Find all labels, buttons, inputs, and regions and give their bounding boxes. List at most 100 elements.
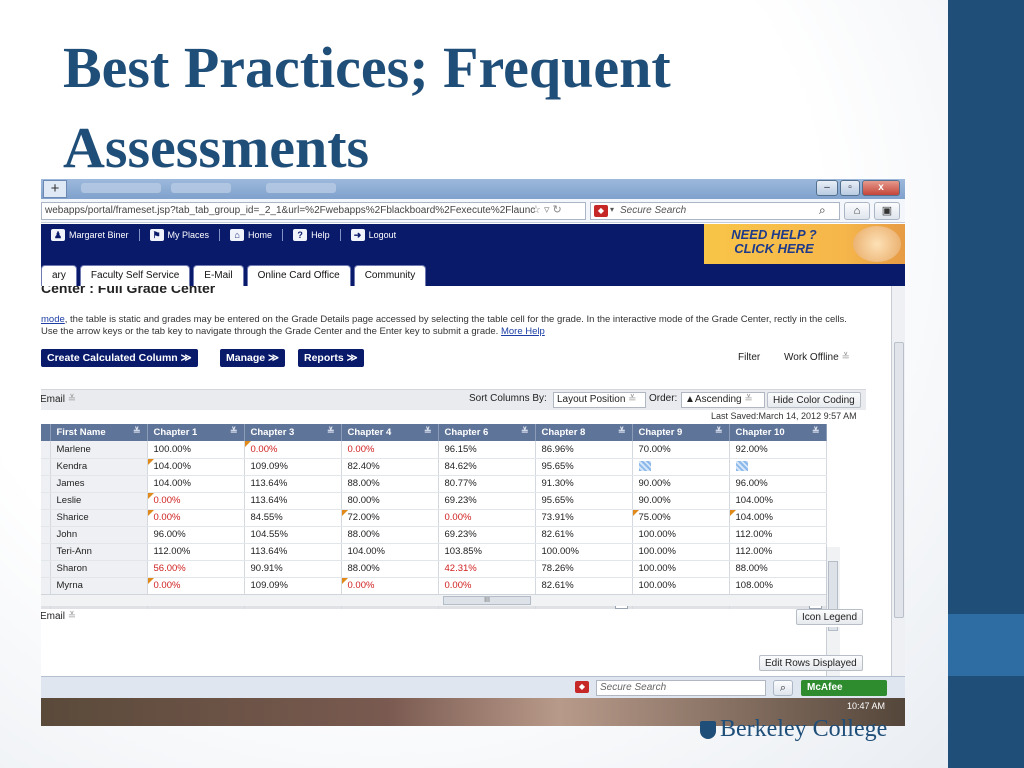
grade-cell[interactable]: 82.61% [535, 526, 633, 544]
row-select-cell[interactable] [41, 475, 51, 493]
grade-cell[interactable]: 92.00% [729, 441, 827, 459]
table-row[interactable]: John 96.00% 104.55% 88.00% 69.23% 82.61% 100.0… [41, 526, 841, 544]
grade-cell[interactable]: 84.62% [438, 458, 536, 476]
search-icon[interactable]: ⌕ [819, 203, 826, 218]
grade-cell[interactable]: 88.00% [341, 560, 439, 578]
need-help-banner[interactable]: NEED HELP ? CLICK HERE [704, 224, 905, 264]
grade-cell[interactable]: 88.00% [341, 526, 439, 544]
grade-cell[interactable]: 80.00% [341, 492, 439, 510]
grade-cell[interactable]: 100.00% [632, 577, 730, 595]
column-menu-icon[interactable]: ≚ [133, 426, 141, 437]
table-row[interactable]: Marlene 100.00% 0.00% 0.00% 96.15% 86.96% 70.0… [41, 441, 841, 459]
grade-cell[interactable]: 104.55% [244, 526, 342, 544]
reports-button[interactable]: Reports ≫ [298, 349, 364, 367]
grade-cell[interactable]: 104.00% [729, 509, 827, 527]
close-button[interactable]: x [862, 180, 900, 196]
select-column-header[interactable] [41, 424, 51, 441]
row-select-cell[interactable] [41, 509, 51, 527]
scroll-thumb[interactable] [894, 342, 904, 618]
logout-link[interactable]: ➜ Logout [350, 229, 396, 241]
grade-cell[interactable]: 0.00% [438, 509, 536, 527]
table-row[interactable]: Sharon 56.00% 90.91% 88.00% 42.31% 78.26% 100.… [41, 560, 841, 578]
grade-cell[interactable]: 56.00% [147, 560, 245, 578]
grade-cell[interactable]: 104.00% [147, 475, 245, 493]
grade-cell[interactable]: 0.00% [438, 577, 536, 595]
home-link[interactable]: ⌂ Home [230, 229, 272, 241]
table-row[interactable]: Kendra 104.00% 109.09% 82.40% 84.62% 95.65% [41, 458, 841, 476]
grade-cell[interactable]: 88.00% [729, 560, 827, 578]
table-row[interactable]: Myrna 0.00% 109.09% 0.00% 0.00% 82.61% 100.00%… [41, 577, 841, 595]
status-search-input[interactable]: Secure Search [596, 680, 766, 696]
student-name-cell[interactable]: Sharice [50, 509, 148, 527]
user-link[interactable]: ♟ Margaret Biner [51, 229, 129, 241]
new-tab-button[interactable]: + [43, 180, 67, 198]
grade-cell[interactable]: 72.00% [341, 509, 439, 527]
grade-cell[interactable]: 100.00% [632, 543, 730, 561]
email-button-bottom[interactable]: Email ≚ [41, 611, 76, 622]
my-places-link[interactable]: ⚑ My Places [149, 229, 209, 241]
grade-cell[interactable]: 69.23% [438, 492, 536, 510]
grade-cell[interactable]: 42.31% [438, 560, 536, 578]
tab-online-card-office[interactable]: Online Card Office [246, 265, 351, 286]
column-header[interactable]: Chapter 4 ≚ [341, 424, 439, 441]
scroll-thumb[interactable]: III [443, 596, 531, 605]
column-menu-icon[interactable]: ≚ [327, 426, 335, 437]
grade-cell[interactable]: 0.00% [341, 441, 439, 459]
work-offline-button[interactable]: Work Offline ≚ [779, 350, 855, 366]
grade-cell[interactable]: 112.00% [147, 543, 245, 561]
bookmark-star-icon[interactable]: ☆ [531, 204, 541, 216]
column-menu-icon[interactable]: ≚ [521, 426, 529, 437]
column-menu-icon[interactable]: ≚ [812, 426, 820, 437]
grade-cell[interactable]: 88.00% [341, 475, 439, 493]
column-menu-icon[interactable]: ≚ [618, 426, 626, 437]
grade-cell[interactable]: 95.65% [535, 458, 633, 476]
grade-cell[interactable]: 0.00% [341, 577, 439, 595]
dropdown-icon[interactable]: ▿ [544, 204, 550, 216]
grade-cell[interactable]: 104.00% [729, 492, 827, 510]
page-vertical-scrollbar[interactable] [891, 286, 905, 676]
tab-community[interactable]: Community [353, 265, 427, 286]
column-header[interactable]: Chapter 9 ≚ [632, 424, 730, 441]
grade-cell[interactable]: 80.77% [438, 475, 536, 493]
column-header[interactable]: Chapter 8 ≚ [535, 424, 633, 441]
row-select-cell[interactable] [41, 577, 51, 595]
grade-cell[interactable]: 100.00% [535, 543, 633, 561]
student-name-cell[interactable]: John [50, 526, 148, 544]
grade-cell[interactable]: 82.61% [535, 577, 633, 595]
grid-horizontal-scrollbar[interactable]: III [41, 594, 826, 606]
minimize-button[interactable]: – [816, 180, 838, 196]
grade-cell[interactable]: 104.00% [341, 543, 439, 561]
grade-cell[interactable]: 82.40% [341, 458, 439, 476]
status-search-button[interactable]: ⌕ [773, 680, 793, 696]
tab-email[interactable]: E-Mail [193, 265, 244, 286]
grade-cell[interactable]: 0.00% [244, 441, 342, 459]
help-link[interactable]: ? Help [293, 229, 330, 241]
grade-cell[interactable]: 90.00% [632, 492, 730, 510]
student-name-cell[interactable]: Kendra [50, 458, 148, 476]
chevron-down-icon[interactable]: ▾ [610, 205, 614, 214]
grade-cell[interactable]: 113.64% [244, 543, 342, 561]
row-select-cell[interactable] [41, 492, 51, 510]
column-header[interactable]: Chapter 6 ≚ [438, 424, 536, 441]
grade-cell[interactable]: 109.09% [244, 458, 342, 476]
column-header[interactable]: First Name ≚ [50, 424, 148, 441]
student-name-cell[interactable]: James [50, 475, 148, 493]
grade-cell[interactable]: 113.64% [244, 492, 342, 510]
grade-cell[interactable]: 113.64% [244, 475, 342, 493]
grade-cell[interactable]: 95.65% [535, 492, 633, 510]
grade-cell[interactable]: 70.00% [632, 441, 730, 459]
grade-cell[interactable]: 109.09% [244, 577, 342, 595]
browser-tab[interactable] [81, 183, 161, 193]
column-header[interactable]: Chapter 10 ≚ [729, 424, 827, 441]
table-row[interactable]: Sharice 0.00% 84.55% 72.00% 0.00% 73.91% 75.00… [41, 509, 841, 527]
table-row[interactable]: Teri-Ann 112.00% 113.64% 104.00% 103.85% 100.… [41, 543, 841, 561]
browser-tab[interactable] [266, 183, 336, 193]
student-name-cell[interactable]: Marlene [50, 441, 148, 459]
table-row[interactable]: James 104.00% 113.64% 88.00% 80.77% 91.30% 90.… [41, 475, 841, 493]
tab-library[interactable]: ary [41, 265, 77, 286]
table-row[interactable]: Leslie 0.00% 113.64% 80.00% 69.23% 95.65% 90.0… [41, 492, 841, 510]
url-input[interactable]: webapps/portal/frameset.jsp?tab_tab_grou… [41, 202, 586, 220]
grade-cell[interactable]: 96.15% [438, 441, 536, 459]
maximize-button[interactable]: ▫ [840, 180, 860, 196]
grade-cell[interactable]: 100.00% [632, 526, 730, 544]
